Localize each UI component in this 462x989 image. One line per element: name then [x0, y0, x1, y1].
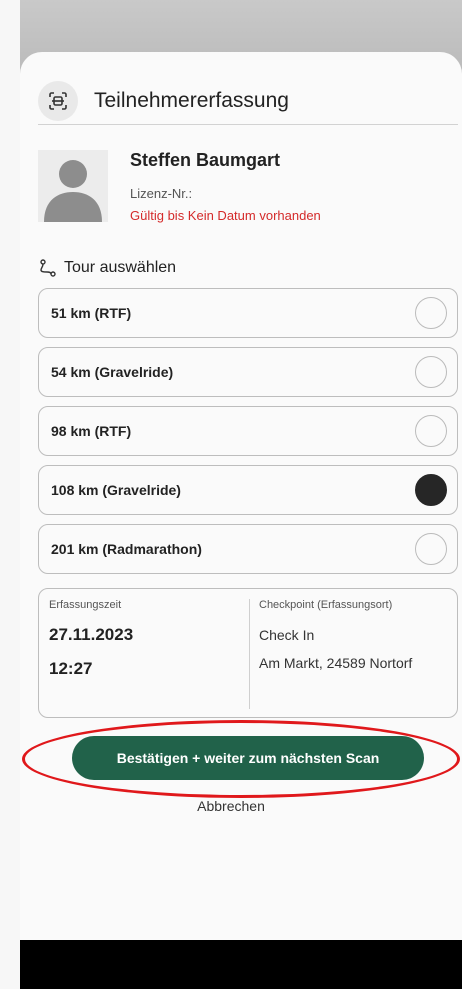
sheet-header: Teilnehmererfassung — [38, 78, 458, 124]
tour-option-label: 54 km (Gravelride) — [51, 364, 174, 380]
capture-time: 12:27 — [49, 659, 93, 678]
radio-button[interactable] — [415, 356, 447, 388]
person-icon — [44, 160, 102, 222]
tour-option-label: 201 km (Radmarathon) — [51, 541, 202, 557]
tour-option-54-gravelride[interactable]: 54 km (Gravelride) — [38, 347, 458, 397]
checkpoint-label: Checkpoint (Erfassungsort) — [259, 599, 393, 611]
scan-icon — [38, 81, 78, 121]
radio-button[interactable] — [415, 415, 447, 447]
cancel-link[interactable]: Abbrechen — [0, 798, 462, 814]
page-title: Teilnehmererfassung — [94, 89, 289, 112]
license-number-label: Lizenz-Nr.: — [130, 186, 193, 201]
capture-time-label: Erfassungszeit — [49, 599, 122, 611]
tour-heading-label: Tour auswählen — [64, 259, 177, 276]
tour-option-label: 98 km (RTF) — [51, 423, 132, 439]
tour-option-label: 51 km (RTF) — [51, 305, 132, 321]
tour-heading: Tour auswählen — [38, 258, 176, 278]
checkpoint-address: Am Markt, 24589 Nortorf — [259, 655, 413, 671]
radio-button-selected[interactable] — [415, 474, 447, 506]
checkpoint-name: Check In — [259, 627, 315, 643]
validity-text: Gültig bis Kein Datum vorhanden — [130, 208, 321, 223]
confirm-next-scan-button[interactable]: Bestätigen + weiter zum nächsten Scan — [72, 736, 424, 780]
navigation-bar — [20, 940, 462, 989]
capture-date: 27.11.2023 — [49, 625, 134, 644]
left-edge-strip — [0, 0, 20, 989]
tour-option-108-gravelride[interactable]: 108 km (Gravelride) — [38, 465, 458, 515]
tour-option-label: 108 km (Gravelride) — [51, 482, 181, 498]
route-icon — [40, 259, 56, 277]
participant-name: Steffen Baumgart — [130, 150, 281, 170]
tour-option-51-rtf[interactable]: 51 km (RTF) — [38, 288, 458, 338]
tour-option-201-radmarathon[interactable]: 201 km (Radmarathon) — [38, 524, 458, 574]
header-divider — [38, 124, 458, 125]
avatar — [38, 150, 108, 222]
info-divider — [249, 599, 250, 709]
tour-option-98-rtf[interactable]: 98 km (RTF) — [38, 406, 458, 456]
radio-button[interactable] — [415, 533, 447, 565]
radio-button[interactable] — [415, 297, 447, 329]
capture-info-box: Erfassungszeit 27.11.2023 12:27 Checkpoi… — [38, 588, 458, 718]
